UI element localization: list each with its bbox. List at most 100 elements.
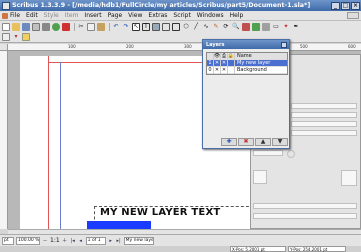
- add-layer-button[interactable]: ✚: [221, 138, 237, 146]
- new-document-icon[interactable]: [2, 22, 10, 31]
- rotate-icon[interactable]: ⟳: [222, 23, 230, 31]
- unlink-frames-icon[interactable]: [262, 22, 270, 31]
- bezier-icon[interactable]: ∿: [202, 23, 210, 31]
- menu-script[interactable]: Script: [173, 12, 190, 19]
- pointer-icon[interactable]: ↖: [132, 22, 140, 31]
- unit-select[interactable]: pt: [2, 236, 14, 245]
- prev-page-icon[interactable]: ◂: [78, 237, 84, 244]
- polygon-icon[interactable]: ⬡: [182, 23, 190, 31]
- redo-icon[interactable]: ↷: [122, 23, 130, 31]
- menu-page[interactable]: Page: [108, 12, 123, 19]
- save-icon[interactable]: [22, 22, 30, 31]
- property-field[interactable]: [253, 203, 357, 209]
- next-page-icon[interactable]: ▸: [108, 237, 114, 244]
- visible-checkbox[interactable]: ✕: [214, 59, 221, 67]
- raise-layer-button[interactable]: ▲: [255, 138, 271, 146]
- layers-titlebar[interactable]: Layers: [203, 40, 289, 49]
- minimize-button[interactable]: _: [331, 1, 340, 10]
- lower-layer-button[interactable]: ▼: [272, 138, 288, 146]
- property-field[interactable]: [291, 112, 357, 118]
- zoom-field[interactable]: 100.00 %: [16, 236, 40, 245]
- layer-index: 0: [207, 66, 214, 74]
- ruler-tick: 100: [68, 44, 76, 49]
- flip-buttons[interactable]: [253, 170, 267, 184]
- visible-checkbox[interactable]: ✕: [214, 66, 221, 74]
- delete-layer-button[interactable]: ✖: [238, 138, 254, 146]
- menu-windows[interactable]: Windows: [197, 12, 224, 19]
- property-field[interactable]: [291, 103, 357, 109]
- print-checkbox[interactable]: ✕: [221, 66, 228, 74]
- preflight-icon[interactable]: [52, 22, 60, 31]
- layers-palette: Layers 👁 ⎙ 🔒 Name 1 ✕ ✕ My new layer 0 ✕…: [202, 39, 290, 149]
- zoom-out-icon[interactable]: －: [42, 237, 48, 244]
- blue-rectangle-shape[interactable]: [87, 221, 151, 229]
- paste-icon[interactable]: [97, 22, 105, 31]
- layer-select[interactable]: My new layer: [123, 236, 154, 245]
- menu-style[interactable]: Style: [44, 12, 59, 19]
- freehand-icon[interactable]: ✎: [212, 23, 220, 31]
- property-field[interactable]: [253, 150, 283, 156]
- cut-icon[interactable]: ✂: [77, 23, 85, 31]
- layer-index: 1: [207, 59, 214, 67]
- image-frame-icon[interactable]: [152, 22, 160, 31]
- menu-file[interactable]: File: [10, 12, 20, 19]
- copy-icon[interactable]: [87, 22, 95, 31]
- menubar: File Edit Style Item Insert Page View Ex…: [0, 11, 361, 21]
- property-field[interactable]: [253, 213, 357, 219]
- property-field[interactable]: [291, 121, 357, 127]
- text-frame-icon[interactable]: T: [142, 22, 150, 31]
- shape-icon[interactable]: [172, 22, 180, 31]
- property-field[interactable]: [291, 130, 357, 136]
- pdf-annotation-icon[interactable]: [22, 33, 30, 41]
- lock-checkbox[interactable]: [228, 59, 235, 67]
- first-page-icon[interactable]: |◂: [70, 237, 76, 244]
- close-icon[interactable]: [281, 41, 287, 48]
- menu-insert[interactable]: Insert: [84, 12, 101, 19]
- maximize-button[interactable]: □: [341, 1, 350, 10]
- document-icon: [2, 12, 8, 19]
- lock-checkbox[interactable]: [228, 66, 235, 74]
- pdf-field-icon[interactable]: ▾: [12, 33, 20, 41]
- mdi-restore-icon[interactable]: [347, 12, 359, 19]
- visible-header-icon: 👁: [213, 52, 221, 60]
- link-frames-icon[interactable]: [252, 22, 260, 31]
- table-icon[interactable]: [162, 22, 170, 31]
- copy-properties-icon[interactable]: ✦: [282, 23, 290, 31]
- zoom-ratio[interactable]: 1:1: [50, 237, 60, 244]
- page-select[interactable]: 1 of 1: [85, 236, 106, 245]
- ruler-tick: 600: [348, 44, 356, 49]
- menu-help[interactable]: Help: [230, 12, 244, 19]
- zoom-icon[interactable]: 🔍: [232, 23, 240, 31]
- open-icon[interactable]: [12, 22, 20, 31]
- basepoint-icon[interactable]: [287, 150, 295, 158]
- pdf-button-icon[interactable]: [2, 33, 10, 41]
- menu-edit[interactable]: Edit: [26, 12, 38, 19]
- pdf-export-icon[interactable]: [62, 22, 70, 31]
- close-button[interactable]: ×: [351, 1, 360, 10]
- ruler-tick: 500: [300, 44, 308, 49]
- line-icon[interactable]: ╱: [192, 23, 200, 31]
- edit-contents-icon[interactable]: [242, 22, 250, 31]
- level-buttons[interactable]: [341, 170, 357, 186]
- close-document-icon[interactable]: [32, 22, 40, 31]
- layer-row-background[interactable]: 0 ✕ ✕ Background: [207, 66, 287, 74]
- print-icon[interactable]: [42, 22, 50, 31]
- menu-view[interactable]: View: [128, 12, 142, 19]
- lock-header-icon: 🔒: [227, 52, 235, 60]
- zoom-in-icon[interactable]: ＋: [62, 237, 68, 244]
- main-toolbar: ✂ ↶ ↷ ↖ T ⬡ ╱ ∿ ✎ ⟳ 🔍 ▭ ✦ ✒: [0, 21, 361, 32]
- last-page-icon[interactable]: ▸|: [116, 237, 122, 244]
- layer-name[interactable]: Background: [235, 67, 267, 73]
- menu-item[interactable]: Item: [65, 12, 79, 19]
- print-checkbox[interactable]: ✕: [221, 59, 228, 67]
- undo-icon[interactable]: ↶: [112, 23, 120, 31]
- x-position-readout: X-Pos: 5.2001 pt: [230, 246, 286, 252]
- name-header: Name: [237, 53, 252, 59]
- page-margin-guide: [48, 56, 49, 229]
- layers-table: 👁 ⎙ 🔒 Name 1 ✕ ✕ My new layer 0 ✕ ✕ Back…: [206, 52, 288, 75]
- layer-name[interactable]: My new layer: [235, 60, 270, 66]
- horizontal-ruler: 100 200 300 400 500 600: [8, 44, 361, 51]
- measure-icon[interactable]: ▭: [272, 23, 280, 31]
- eyedropper-icon[interactable]: ✒: [292, 23, 300, 31]
- menu-extras[interactable]: Extras: [148, 12, 167, 19]
